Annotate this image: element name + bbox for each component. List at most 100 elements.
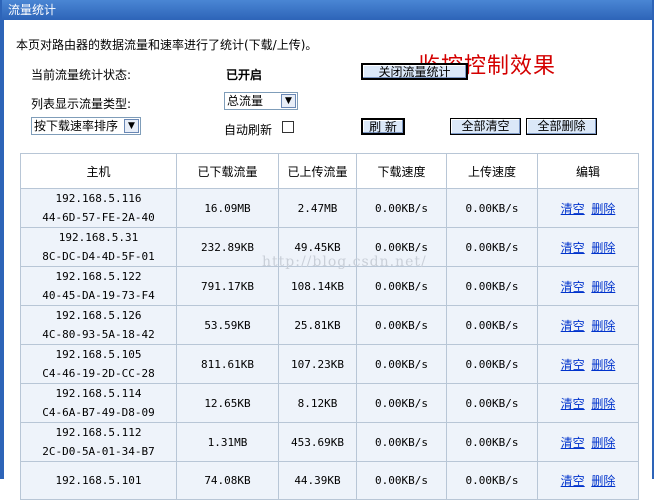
edit-cell: 清空 删除 <box>537 188 639 228</box>
delete-row-link[interactable]: 删除 <box>591 319 615 333</box>
edit-cell: 清空 删除 <box>537 461 639 500</box>
list-type-select[interactable]: 总流量 ▼ <box>224 92 298 110</box>
download-speed-cell: 0.00KB/s <box>356 305 447 345</box>
delete-row-link[interactable]: 删除 <box>591 397 615 411</box>
clear-row-link[interactable]: 清空 <box>561 358 585 372</box>
edit-cell: 清空 删除 <box>537 383 639 423</box>
delete-row-link[interactable]: 删除 <box>591 474 615 488</box>
downloaded-cell: 1.31MB <box>176 422 279 462</box>
delete-all-button[interactable]: 全部删除 <box>526 118 597 135</box>
clear-row-link[interactable]: 清空 <box>561 436 585 450</box>
status-label: 当前流量统计状态: <box>31 68 132 82</box>
downloaded-cell: 53.59KB <box>176 305 279 345</box>
table-row: 192.168.5.122 40-45-DA-19-73-F4 791.17KB 10… <box>20 266 639 306</box>
host-ip: 192.168.5.114 <box>55 387 142 400</box>
table-row: 192.168.5.31 8C-DC-D4-4D-5F-01 232.89KB 49.… <box>20 227 639 267</box>
page-title: 流量统计 <box>8 3 57 17</box>
column-header-edit: 编辑 <box>537 153 639 189</box>
upload-speed-cell: 0.00KB/s <box>446 266 538 306</box>
host-cell: 192.168.5.101 <box>20 461 177 500</box>
column-header-download-speed: 下载速度 <box>356 153 447 189</box>
uploaded-cell: 8.12KB <box>278 383 357 423</box>
sort-select[interactable]: 按下载速率排序 ▼ <box>31 117 141 135</box>
host-mac: 44-6D-57-FE-2A-40 <box>42 211 155 224</box>
uploaded-cell: 2.47MB <box>278 188 357 228</box>
chevron-down-icon[interactable]: ▼ <box>281 94 296 108</box>
delete-row-link[interactable]: 删除 <box>591 358 615 372</box>
sort-selected: 按下载速率排序 <box>34 119 119 133</box>
auto-refresh-label: 自动刷新 <box>224 123 273 137</box>
page-title-bar: 流量统计 <box>2 0 652 20</box>
router-page-frame: 流量统计 本页对路由器的数据流量和速率进行了统计(下载/上传)。 监控控制效果 … <box>0 0 660 500</box>
list-type-label: 列表显示流量类型: <box>31 97 132 111</box>
upload-speed-cell: 0.00KB/s <box>446 344 538 384</box>
clear-row-link[interactable]: 清空 <box>561 319 585 333</box>
upload-speed-cell: 0.00KB/s <box>446 305 538 345</box>
clear-row-link[interactable]: 清空 <box>561 397 585 411</box>
chevron-down-icon[interactable]: ▼ <box>124 119 139 133</box>
status-value: 已开启 <box>226 68 263 82</box>
table-body: 192.168.5.116 44-6D-57-FE-2A-40 16.09MB 2.4… <box>20 188 639 500</box>
column-header-downloaded: 已下载流量 <box>176 153 279 189</box>
host-ip: 192.168.5.116 <box>55 192 142 205</box>
column-header-host: 主机 <box>20 153 177 189</box>
upload-speed-cell: 0.00KB/s <box>446 188 538 228</box>
delete-row-link[interactable]: 删除 <box>591 436 615 450</box>
delete-row-link[interactable]: 删除 <box>591 241 615 255</box>
download-speed-cell: 0.00KB/s <box>356 344 447 384</box>
host-mac: C4-46-19-2D-CC-28 <box>42 367 155 380</box>
downloaded-cell: 16.09MB <box>176 188 279 228</box>
downloaded-cell: 791.17KB <box>176 266 279 306</box>
edit-cell: 清空 删除 <box>537 305 639 345</box>
download-speed-cell: 0.00KB/s <box>356 383 447 423</box>
download-speed-cell: 0.00KB/s <box>356 227 447 267</box>
download-speed-cell: 0.00KB/s <box>356 422 447 462</box>
table-row: 192.168.5.114 C4-6A-B7-49-D8-09 12.65KB 8.1… <box>20 383 639 423</box>
host-mac: 40-45-DA-19-73-F4 <box>42 289 155 302</box>
host-ip: 192.168.5.112 <box>55 426 142 439</box>
downloaded-cell: 811.61KB <box>176 344 279 384</box>
table-header-row: 主机 已下载流量 已上传流量 下载速度 上传速度 编辑 <box>20 153 639 189</box>
delete-row-link[interactable]: 删除 <box>591 280 615 294</box>
delete-row-link[interactable]: 删除 <box>591 202 615 216</box>
downloaded-cell: 74.08KB <box>176 461 279 500</box>
table-row: 192.168.5.112 2C-D0-5A-01-34-B7 1.31MB 453.… <box>20 422 639 462</box>
toggle-stats-button[interactable]: 关闭流量统计 <box>361 63 468 80</box>
host-cell: 192.168.5.112 2C-D0-5A-01-34-B7 <box>20 422 177 462</box>
uploaded-cell: 108.14KB <box>278 266 357 306</box>
host-cell: 192.168.5.122 40-45-DA-19-73-F4 <box>20 266 177 306</box>
download-speed-cell: 0.00KB/s <box>356 461 447 500</box>
clear-all-button[interactable]: 全部清空 <box>450 118 521 135</box>
edit-cell: 清空 删除 <box>537 227 639 267</box>
main-content: 本页对路由器的数据流量和速率进行了统计(下载/上传)。 监控控制效果 当前流量统… <box>4 20 652 500</box>
host-ip: 192.168.5.31 <box>58 231 139 244</box>
downloaded-cell: 12.65KB <box>176 383 279 423</box>
clear-row-link[interactable]: 清空 <box>561 241 585 255</box>
host-mac: 8C-DC-D4-4D-5F-01 <box>42 250 155 263</box>
column-header-upload-speed: 上传速度 <box>446 153 538 189</box>
auto-refresh-checkbox[interactable] <box>282 121 294 133</box>
download-speed-cell: 0.00KB/s <box>356 266 447 306</box>
host-ip: 192.168.5.101 <box>55 474 142 487</box>
page-description: 本页对路由器的数据流量和速率进行了统计(下载/上传)。 <box>16 38 318 52</box>
clear-row-link[interactable]: 清空 <box>561 474 585 488</box>
upload-speed-cell: 0.00KB/s <box>446 227 538 267</box>
edit-cell: 清空 删除 <box>537 422 639 462</box>
host-mac: C4-6A-B7-49-D8-09 <box>42 406 155 419</box>
download-speed-cell: 0.00KB/s <box>356 188 447 228</box>
upload-speed-cell: 0.00KB/s <box>446 422 538 462</box>
upload-speed-cell: 0.00KB/s <box>446 461 538 500</box>
column-header-uploaded: 已上传流量 <box>278 153 357 189</box>
uploaded-cell: 25.81KB <box>278 305 357 345</box>
refresh-button[interactable]: 刷 新 <box>361 118 405 135</box>
table-row: 192.168.5.116 44-6D-57-FE-2A-40 16.09MB 2.4… <box>20 188 639 228</box>
list-type-selected: 总流量 <box>227 94 264 108</box>
uploaded-cell: 107.23KB <box>278 344 357 384</box>
host-mac: 2C-D0-5A-01-34-B7 <box>42 445 155 458</box>
clear-row-link[interactable]: 清空 <box>561 202 585 216</box>
clear-row-link[interactable]: 清空 <box>561 280 585 294</box>
host-cell: 192.168.5.31 8C-DC-D4-4D-5F-01 <box>20 227 177 267</box>
upload-speed-cell: 0.00KB/s <box>446 383 538 423</box>
table-row: 192.168.5.105 C4-46-19-2D-CC-28 811.61KB 10… <box>20 344 639 384</box>
uploaded-cell: 49.45KB <box>278 227 357 267</box>
